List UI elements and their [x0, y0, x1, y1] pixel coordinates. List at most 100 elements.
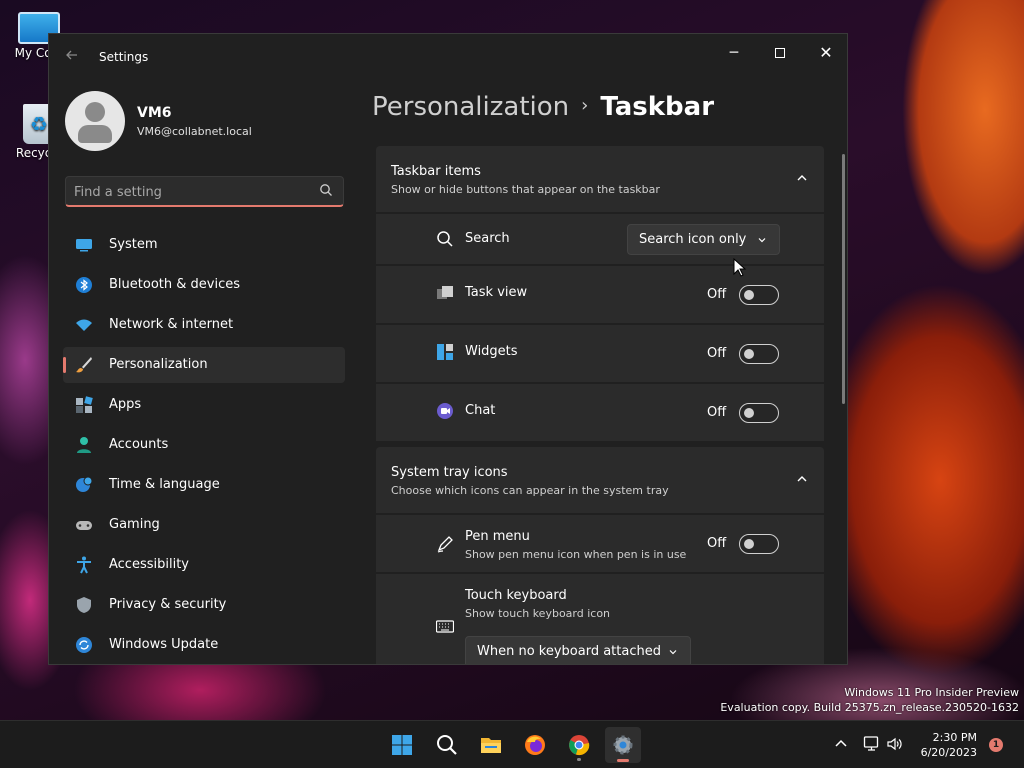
sidebar-item-label: Bluetooth & devices — [109, 277, 240, 292]
row-label: Touch keyboard — [465, 588, 567, 603]
row-search: Search Search icon only — [376, 214, 824, 264]
page-title: Taskbar — [600, 92, 715, 122]
chat-icon — [437, 403, 453, 419]
settings-window: Settings ─ ✕ VM6 VM6@collabnet.local Sys… — [48, 33, 848, 665]
chevron-down-icon — [758, 238, 766, 243]
row-label: Chat — [465, 403, 496, 418]
row-chat: Chat Off — [376, 384, 824, 441]
sidebar-item-network[interactable]: Network & internet — [63, 307, 345, 343]
dropdown-value: When no keyboard attached — [477, 644, 661, 659]
section-system-tray-icons[interactable]: System tray icons Choose which icons can… — [376, 447, 824, 513]
row-touch-keyboard: Touch keyboard Show touch keyboard icon … — [376, 574, 824, 664]
chevron-up-icon[interactable] — [832, 735, 850, 753]
volume-icon[interactable] — [886, 735, 904, 753]
sidebar-item-label: Network & internet — [109, 317, 234, 332]
sidebar-item-time-language[interactable]: Time & language — [63, 467, 345, 503]
touch-keyboard-dropdown[interactable]: When no keyboard attached — [465, 636, 691, 664]
close-button[interactable]: ✕ — [803, 38, 847, 68]
search-icon — [437, 735, 457, 755]
breadcrumb: Personalization › Taskbar — [372, 92, 714, 132]
chrome-icon — [569, 735, 590, 756]
sidebar-item-personalization[interactable]: Personalization — [63, 347, 345, 383]
widgets-toggle[interactable] — [739, 344, 779, 364]
sidebar-item-gaming[interactable]: Gaming — [63, 507, 345, 543]
keyboard-icon — [436, 620, 454, 633]
clock-date: 6/20/2023 — [920, 746, 977, 759]
maximize-icon — [775, 48, 785, 58]
bluetooth-icon — [76, 277, 92, 293]
profile-name: VM6 — [137, 105, 172, 121]
title-bar: Settings ─ ✕ — [49, 34, 847, 80]
sidebar-item-windows-update[interactable]: Windows Update — [63, 627, 345, 663]
chevron-up-icon — [797, 175, 807, 181]
shield-icon — [77, 597, 91, 613]
toggle-state-text: Off — [707, 346, 727, 361]
pen-icon — [437, 536, 453, 553]
chat-toggle[interactable] — [739, 403, 779, 423]
file-explorer-icon — [481, 738, 501, 753]
sidebar-item-system[interactable]: System — [63, 227, 345, 263]
settings-content: Taskbar items Show or hide buttons that … — [376, 146, 824, 664]
sidebar-item-label: System — [109, 237, 158, 252]
row-label: Task view — [465, 285, 528, 300]
sidebar-item-accounts[interactable]: Accounts — [63, 427, 345, 463]
watermark-line: Evaluation copy. Build 25375.zn_release.… — [720, 701, 1019, 714]
profile-email: VM6@collabnet.local — [137, 125, 252, 138]
taskbar-file-explorer[interactable] — [473, 727, 509, 763]
start-button[interactable] — [384, 727, 420, 763]
notification-badge[interactable]: 1 — [989, 738, 1003, 752]
apps-icon — [76, 396, 93, 413]
app-title: Settings — [99, 50, 149, 64]
breadcrumb-separator: › — [581, 95, 589, 116]
row-sublabel: Show touch keyboard icon — [465, 607, 611, 620]
sidebar-nav: System Bluetooth & devices Network & int… — [63, 227, 345, 664]
arrow-left-icon — [66, 50, 77, 60]
back-button[interactable] — [61, 46, 83, 68]
user-profile[interactable]: VM6 VM6@collabnet.local — [65, 91, 345, 155]
firefox-icon — [525, 735, 545, 755]
section-taskbar-items[interactable]: Taskbar items Show or hide buttons that … — [376, 146, 824, 212]
section-subtitle: Choose which icons can appear in the sys… — [391, 484, 669, 497]
start-icon — [392, 735, 412, 755]
task-view-icon — [437, 286, 453, 299]
sidebar-item-privacy-security[interactable]: Privacy & security — [63, 587, 345, 623]
minimize-button[interactable]: ─ — [711, 38, 757, 68]
sidebar-item-accessibility[interactable]: Accessibility — [63, 547, 345, 583]
pen-menu-toggle[interactable] — [739, 534, 779, 554]
network-icon[interactable] — [863, 735, 881, 753]
row-widgets: Widgets Off — [376, 325, 824, 382]
update-icon — [76, 637, 92, 653]
settings-icon — [613, 735, 633, 755]
maximize-button[interactable] — [757, 38, 803, 68]
taskbar-settings[interactable] — [605, 727, 641, 763]
scrollbar[interactable] — [842, 154, 845, 404]
avatar — [65, 91, 125, 151]
brush-icon — [76, 357, 92, 373]
taskbar-firefox[interactable] — [517, 727, 553, 763]
sidebar-item-label: Apps — [109, 397, 142, 412]
search-icon — [437, 231, 453, 247]
row-label: Pen menu — [465, 529, 530, 544]
watermark-line: Windows 11 Pro Insider Preview — [844, 686, 1019, 699]
sidebar-item-bluetooth[interactable]: Bluetooth & devices — [63, 267, 345, 303]
search-mode-dropdown[interactable]: Search icon only — [627, 224, 780, 255]
sidebar-item-label: Personalization — [109, 357, 208, 372]
taskbar-chrome[interactable] — [561, 727, 597, 763]
chevron-up-icon — [797, 476, 807, 482]
search-input[interactable] — [74, 181, 314, 203]
task-view-toggle[interactable] — [739, 285, 779, 305]
breadcrumb-parent[interactable]: Personalization — [372, 92, 569, 122]
toggle-state-text: Off — [707, 536, 727, 551]
search-icon[interactable] — [319, 183, 333, 197]
taskbar: 2:30 PM 6/20/2023 1 — [0, 720, 1024, 768]
taskbar-search-button[interactable] — [429, 727, 465, 763]
sidebar-item-apps[interactable]: Apps — [63, 387, 345, 423]
evaluation-watermark: Windows 11 Pro Insider Preview Evaluatio… — [720, 685, 1019, 715]
sidebar-item-label: Accounts — [109, 437, 169, 452]
toggle-state-text: Off — [707, 287, 727, 302]
section-title: Taskbar items — [391, 164, 481, 179]
section-subtitle: Show or hide buttons that appear on the … — [391, 183, 660, 196]
toggle-state-text: Off — [707, 405, 727, 420]
system-clock[interactable]: 2:30 PM 6/20/2023 — [915, 730, 977, 760]
row-pen-menu: Pen menu Show pen menu icon when pen is … — [376, 515, 824, 572]
